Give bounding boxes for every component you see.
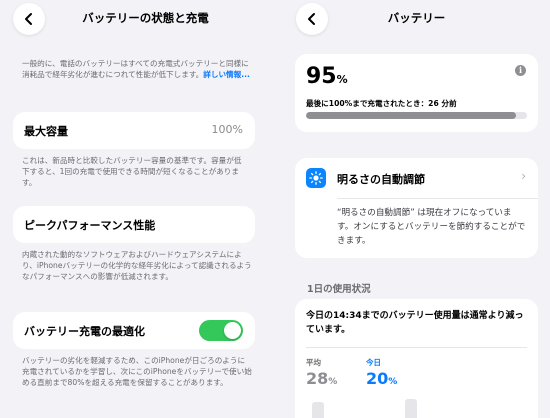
optimized-charging-description: バッテリーの劣化を軽減するため、このiPhoneが日ごろのように充電されているか…: [22, 356, 252, 388]
max-capacity-value: 100%: [211, 123, 243, 136]
optimized-charging-toggle[interactable]: [199, 320, 243, 341]
battery-health-screen: バッテリーの状態と充電 一般的に、電話のバッテリーはすべての充電式バッテリーと同…: [0, 0, 268, 418]
today-number: 20: [366, 369, 389, 388]
page-title: バッテリーの状態と充電: [82, 11, 209, 25]
auto-brightness-description: “明るさの自動調節” は現在オフになっています。オンにするとバッテリーを節約する…: [337, 208, 526, 246]
auto-brightness-card: 明るさの自動調節 › “明るさの自動調節” は現在オフになっています。オンにする…: [295, 158, 538, 258]
peak-performance-label: ピークパフォーマンス性能: [24, 219, 156, 232]
peak-performance-row: ピークパフォーマンス性能: [13, 206, 255, 243]
chevron-right-icon: ›: [521, 169, 526, 183]
max-capacity-row: 最大容量 100%: [13, 112, 255, 149]
average-value: 28%: [306, 369, 337, 388]
back-button[interactable]: [13, 3, 45, 35]
battery-percent-value: 95: [306, 64, 337, 89]
last-charged-text: 最後に100%まで充電されたとき：26 分前: [306, 99, 457, 108]
today-value: 20%: [366, 369, 397, 388]
battery-level-bar: [306, 112, 527, 119]
back-button[interactable]: [296, 3, 328, 35]
battery-screen: バッテリー 95% i 最後に100%まで充電されたとき：26 分前 明るさの自…: [283, 0, 550, 418]
today-unit: %: [388, 377, 398, 387]
info-icon[interactable]: i: [515, 65, 526, 76]
divider: [306, 347, 527, 348]
usage-bar: [312, 402, 324, 418]
max-capacity-description: これは、新品時と比較したバッテリー容量の基準です。容量が低下すると、1回の充電で…: [22, 156, 242, 188]
battery-level-card: 95% i 最後に100%まで充電されたとき：26 分前: [295, 54, 538, 132]
today-label: 今日: [366, 358, 381, 367]
battery-percent: 95%: [306, 64, 348, 89]
battery-percent-unit: %: [336, 73, 348, 86]
page-title: バッテリー: [387, 11, 446, 25]
intro-text: 一般的に、電話のバッテリーはすべての充電式バッテリーと同様に消耗品で経年劣化が進…: [22, 58, 252, 80]
average-number: 28: [306, 369, 329, 388]
chevron-left-icon: [25, 13, 32, 25]
usage-section-header: 1日の使用状況: [307, 284, 371, 295]
toggle-knob: [224, 322, 241, 339]
optimized-charging-row: バッテリー充電の最適化: [13, 312, 255, 349]
optimized-charging-label: バッテリー充電の最適化: [24, 325, 145, 338]
learn-more-link[interactable]: 詳しい情報...: [203, 70, 250, 79]
chevron-left-icon: [308, 13, 315, 25]
usage-headline: 今日の14:34までのバッテリー使用量は通常より減っています。: [306, 311, 524, 335]
usage-card: 今日の14:34までのバッテリー使用量は通常より減っています。 平均 28% 今…: [295, 299, 538, 418]
auto-brightness-label: 明るさの自動調節: [337, 173, 425, 186]
peak-performance-description: 内蔵された動的なソフトウェアおよびハードウェアシステムにより、iPhoneバッテ…: [22, 250, 252, 282]
auto-brightness-row[interactable]: 明るさの自動調節 ›: [295, 158, 538, 198]
average-label: 平均: [306, 358, 321, 367]
average-unit: %: [328, 377, 338, 387]
battery-level-fill: [306, 112, 516, 119]
divider: [337, 198, 538, 199]
max-capacity-label: 最大容量: [24, 125, 68, 138]
usage-bar: [405, 399, 417, 418]
